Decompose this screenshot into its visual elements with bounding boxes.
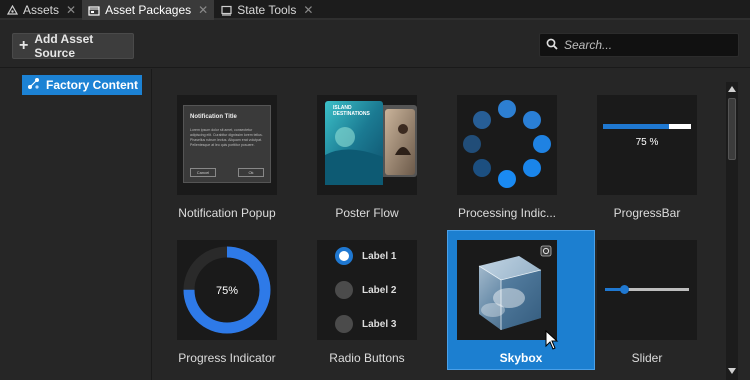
package-grid: Notification Title Lorem ipsum dolor sit… bbox=[153, 69, 725, 380]
progress-ring-text: 75% bbox=[216, 285, 238, 297]
notification-title: Notification Title bbox=[190, 114, 237, 120]
radio-unselected-icon bbox=[335, 315, 353, 333]
package-label: Processing Indic... bbox=[457, 206, 557, 220]
skybox-thumbnail bbox=[457, 240, 557, 340]
slider-thumbnail bbox=[597, 240, 697, 340]
close-icon[interactable]: ✕ bbox=[303, 3, 313, 17]
processing-indicator-thumbnail bbox=[457, 95, 557, 195]
sidebar: Factory Content bbox=[0, 69, 152, 380]
assets-icon bbox=[6, 4, 18, 16]
slider-track bbox=[605, 288, 689, 291]
radio-label: Label 1 bbox=[362, 250, 397, 262]
notification-preview: Notification Title Lorem ipsum dolor sit… bbox=[183, 105, 271, 183]
vertical-scrollbar[interactable] bbox=[726, 82, 738, 380]
scroll-down-arrow-icon[interactable] bbox=[726, 364, 738, 378]
scroll-up-arrow-icon[interactable] bbox=[726, 82, 738, 96]
tab-label: State Tools bbox=[237, 3, 297, 17]
package-card-poster-flow[interactable]: ISLAND DESTINATIONS Poster Flow bbox=[293, 69, 433, 220]
skybox-cube bbox=[478, 245, 552, 330]
add-asset-source-button[interactable]: + Add Asset Source bbox=[12, 32, 134, 60]
packages-icon bbox=[88, 4, 100, 16]
radio-option: Label 1 bbox=[335, 247, 396, 265]
state-tools-icon bbox=[220, 4, 232, 16]
mouse-cursor-icon bbox=[545, 329, 559, 353]
tab-state-tools[interactable]: State Tools ✕ bbox=[214, 0, 319, 20]
search-box[interactable] bbox=[539, 33, 739, 57]
progress-indicator-thumbnail: 75% bbox=[177, 240, 277, 340]
package-label: Radio Buttons bbox=[329, 351, 405, 365]
sidebar-item-label: Factory Content bbox=[46, 78, 139, 92]
package-card-notification-popup[interactable]: Notification Title Lorem ipsum dolor sit… bbox=[153, 69, 293, 220]
slider-knob bbox=[619, 285, 629, 294]
progress-bar-track bbox=[603, 124, 691, 129]
notification-popup-thumbnail: Notification Title Lorem ipsum dolor sit… bbox=[177, 95, 277, 195]
package-card-progressbar[interactable]: 75 % ProgressBar bbox=[573, 69, 713, 220]
radio-label: Label 2 bbox=[362, 284, 397, 296]
add-asset-source-label: Add Asset Source bbox=[34, 32, 94, 60]
package-card-slider[interactable]: Slider bbox=[573, 214, 713, 365]
progress-bar-text: 75 % bbox=[635, 137, 659, 148]
package-label: Progress Indicator bbox=[178, 351, 276, 365]
processing-spinner bbox=[463, 100, 551, 188]
close-icon[interactable]: ✕ bbox=[198, 3, 208, 17]
radio-label: Label 3 bbox=[362, 318, 397, 330]
package-card-progress-indicator[interactable]: 75% Progress Indicator bbox=[153, 214, 293, 365]
package-card-radio-buttons[interactable]: Label 1 Label 2 Label 3 Radio Buttons bbox=[293, 214, 433, 365]
toolbar: + Add Asset Source bbox=[0, 22, 750, 68]
close-icon[interactable]: ✕ bbox=[66, 3, 76, 17]
progressbar-thumbnail: 75 % bbox=[597, 95, 697, 195]
radio-buttons-thumbnail: Label 1 Label 2 Label 3 bbox=[317, 240, 417, 340]
tab-assets[interactable]: Assets ✕ bbox=[0, 0, 82, 20]
tab-label: Assets bbox=[23, 3, 60, 17]
plus-icon: + bbox=[19, 37, 29, 54]
progress-ring: 75% bbox=[183, 246, 271, 334]
notification-ok-button: Ok bbox=[238, 168, 264, 177]
factory-content-icon bbox=[27, 77, 40, 93]
package-card-processing-indicator[interactable]: Processing Indic... bbox=[433, 69, 573, 220]
scrollbar-thumb[interactable] bbox=[728, 98, 736, 160]
progress-bar-fill bbox=[603, 124, 669, 129]
poster-flow-thumbnail: ISLAND DESTINATIONS bbox=[317, 95, 417, 195]
tab-label: Asset Packages bbox=[105, 3, 192, 17]
search-input[interactable] bbox=[564, 38, 734, 52]
sidebar-item-factory-content[interactable]: Factory Content bbox=[22, 75, 142, 95]
radio-selected-icon bbox=[335, 247, 353, 265]
radio-unselected-icon bbox=[335, 281, 353, 299]
radio-option: Label 2 bbox=[335, 281, 396, 299]
tab-bar: Assets ✕ Asset Packages ✕ State Tools ✕ bbox=[0, 0, 750, 20]
tab-asset-packages[interactable]: Asset Packages ✕ bbox=[82, 0, 215, 20]
package-card-skybox[interactable]: Skybox bbox=[447, 230, 595, 370]
package-label: Slider bbox=[631, 351, 663, 365]
radio-option: Label 3 bbox=[335, 315, 396, 333]
notification-cancel-button: Cancel bbox=[190, 168, 216, 177]
notification-body: Lorem ipsum dolor sit amet, consectetur … bbox=[190, 128, 263, 147]
search-icon bbox=[546, 38, 558, 53]
poster-caption: ISLAND DESTINATIONS bbox=[333, 105, 370, 117]
